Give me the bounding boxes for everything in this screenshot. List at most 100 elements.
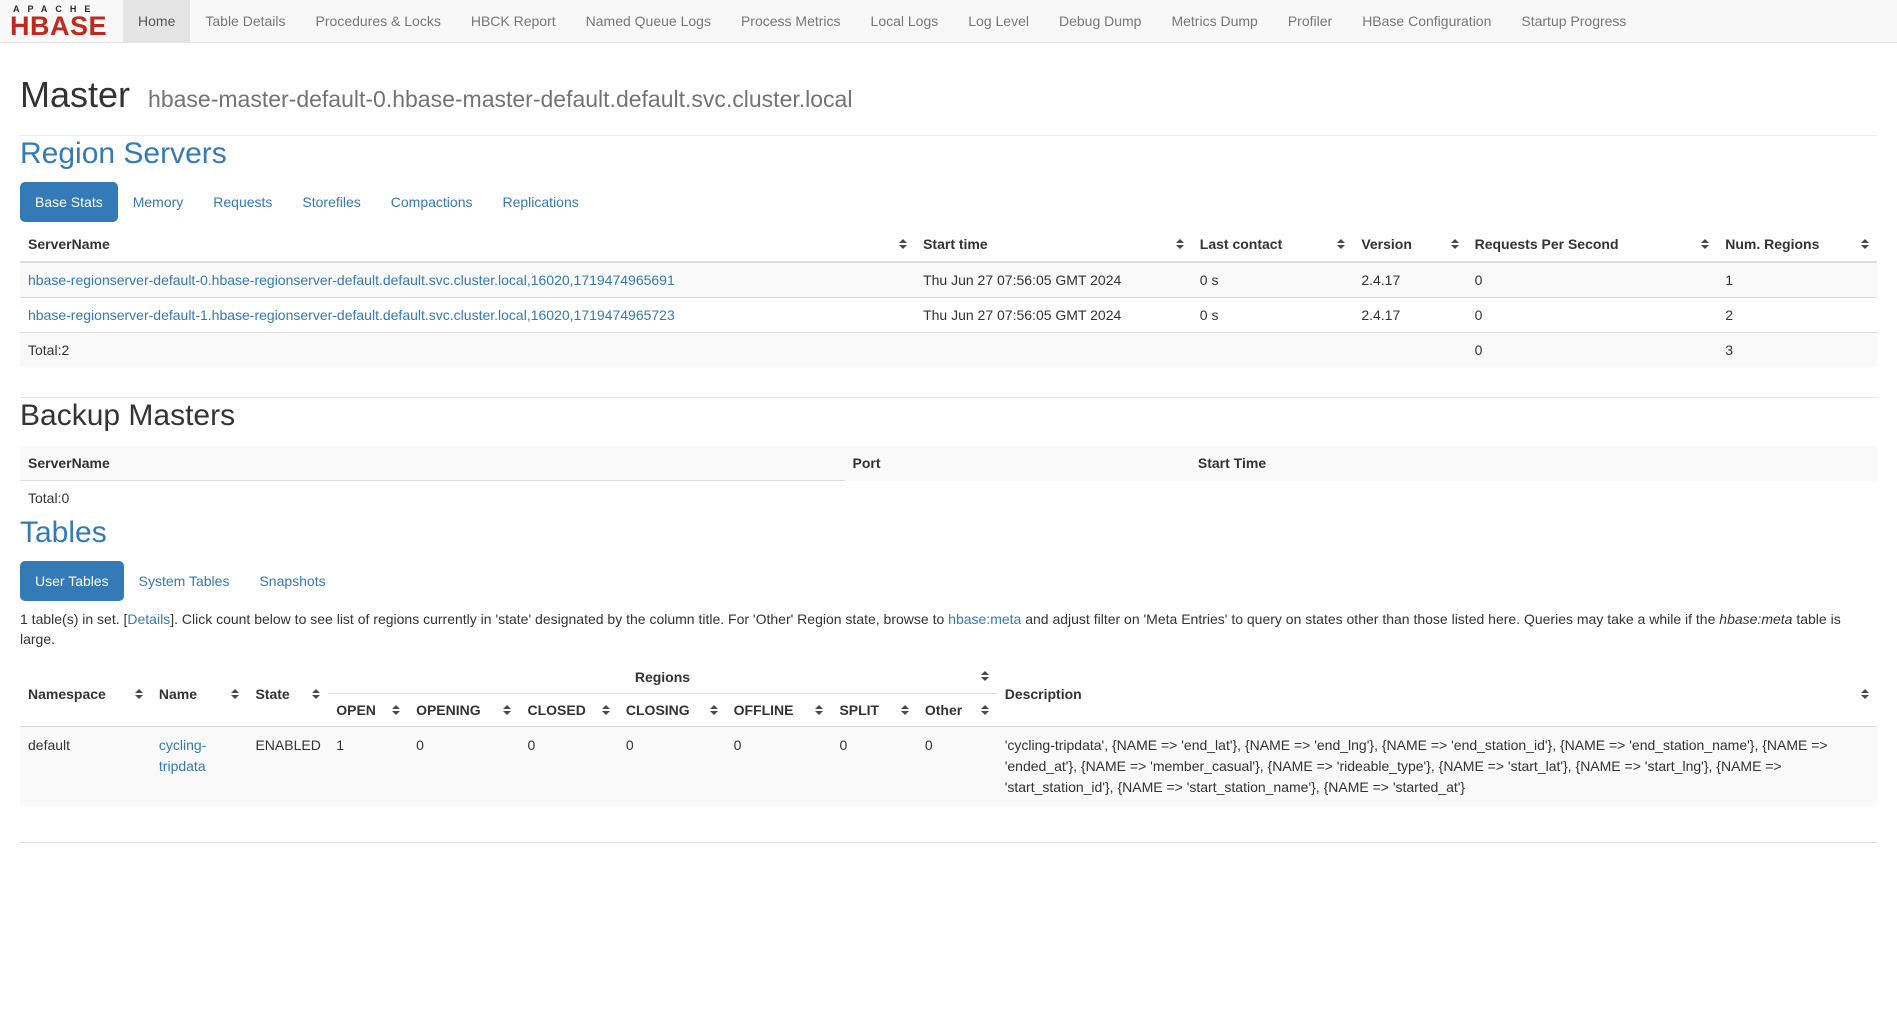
cell-start-time: Thu Jun 27 07:56:05 GMT 2024 xyxy=(915,298,1192,333)
sort-icon[interactable] xyxy=(899,239,907,249)
details-link[interactable]: Details xyxy=(127,611,170,627)
cell-last-contact: 0 s xyxy=(1192,262,1354,298)
tables-tabs: User Tables System Tables Snapshots xyxy=(20,561,1877,601)
column-header-port: Port xyxy=(845,446,1190,481)
sort-icon[interactable] xyxy=(981,705,989,715)
top-navbar: APACHE HBASE Home Table Details Procedur… xyxy=(0,0,1897,43)
nav-item-debug-dump[interactable]: Debug Dump xyxy=(1044,0,1157,42)
tab-user-tables[interactable]: User Tables xyxy=(20,561,124,601)
tab-memory[interactable]: Memory xyxy=(118,182,199,222)
nav-item-log-level[interactable]: Log Level xyxy=(953,0,1044,42)
cell-closing: 0 xyxy=(618,727,726,807)
hbase-meta-italic: hbase:meta xyxy=(1719,611,1792,627)
sort-icon[interactable] xyxy=(602,705,610,715)
cell-version: 2.4.17 xyxy=(1353,298,1466,333)
column-header-namespace[interactable]: Namespace xyxy=(20,661,151,727)
sort-icon[interactable] xyxy=(1861,689,1869,699)
column-header-opening[interactable]: OPENING xyxy=(408,694,519,727)
total-row: Total:2 0 3 xyxy=(20,333,1877,368)
sort-icon[interactable] xyxy=(1337,239,1345,249)
tab-requests[interactable]: Requests xyxy=(198,182,287,222)
cell-num-regions: 2 xyxy=(1717,298,1877,333)
region-servers-heading: Region Servers xyxy=(20,136,1877,172)
cell-total-label: Total:2 xyxy=(20,333,915,368)
table-row: hbase-regionserver-default-1.hbase-regio… xyxy=(20,298,1877,333)
cell-requests-per-second: 0 xyxy=(1467,298,1718,333)
sort-icon[interactable] xyxy=(312,689,320,699)
region-servers-tabs: Base Stats Memory Requests Storefiles Co… xyxy=(20,182,1877,222)
nav-item-home[interactable]: Home xyxy=(123,0,190,42)
sort-icon[interactable] xyxy=(1861,239,1869,249)
column-header-num-regions[interactable]: Num. Regions xyxy=(1717,227,1877,262)
column-header-closed[interactable]: CLOSED xyxy=(519,694,617,727)
column-header-closing[interactable]: CLOSING xyxy=(618,694,726,727)
column-header-last-contact[interactable]: Last contact xyxy=(1192,227,1354,262)
cell-state: ENABLED xyxy=(247,727,328,807)
hbase-meta-link[interactable]: hbase:meta xyxy=(948,611,1021,627)
tab-base-stats[interactable]: Base Stats xyxy=(20,182,118,222)
column-header-open[interactable]: OPEN xyxy=(328,694,408,727)
cell-other: 0 xyxy=(917,727,997,807)
sort-icon[interactable] xyxy=(231,689,239,699)
column-header-offline[interactable]: OFFLINE xyxy=(726,694,832,727)
cell-servername: hbase-regionserver-default-0.hbase-regio… xyxy=(20,262,915,298)
sort-icon[interactable] xyxy=(815,705,823,715)
column-header-version[interactable]: Version xyxy=(1353,227,1466,262)
table-row: default cycling-tripdata ENABLED 1 0 0 0… xyxy=(20,727,1877,807)
backup-masters-heading: Backup Masters xyxy=(20,398,1877,434)
tables-heading: Tables xyxy=(20,515,1877,551)
master-hostname: hbase-master-default-0.hbase-master-defa… xyxy=(148,86,852,112)
nav-item-metrics-dump[interactable]: Metrics Dump xyxy=(1156,0,1272,42)
regionserver-link[interactable]: hbase-regionserver-default-0.hbase-regio… xyxy=(28,272,675,288)
backup-masters-header-row: ServerName Port Start Time xyxy=(20,446,1877,481)
tab-compactions[interactable]: Compactions xyxy=(376,182,488,222)
nav-item-startup-progress[interactable]: Startup Progress xyxy=(1506,0,1641,42)
column-header-state[interactable]: State xyxy=(247,661,328,727)
nav-item-hbck-report[interactable]: HBCK Report xyxy=(456,0,571,42)
nav-item-hbase-configuration[interactable]: HBase Configuration xyxy=(1347,0,1506,42)
sort-icon[interactable] xyxy=(503,705,511,715)
cell-num-regions: 1 xyxy=(1717,262,1877,298)
cell-split: 0 xyxy=(831,727,916,807)
tab-storefiles[interactable]: Storefiles xyxy=(287,182,375,222)
nav-item-process-metrics[interactable]: Process Metrics xyxy=(726,0,856,42)
column-header-split[interactable]: SPLIT xyxy=(831,694,916,727)
sort-icon[interactable] xyxy=(981,671,989,681)
column-header-description[interactable]: Description xyxy=(997,661,1877,727)
open-count-link[interactable]: 1 xyxy=(336,737,344,753)
cell-closed: 0 xyxy=(519,727,617,807)
region-servers-header-row: ServerName Start time Last contact Versi… xyxy=(20,227,1877,262)
cell-description: 'cycling-tripdata', {NAME => 'end_lat'},… xyxy=(997,727,1877,807)
sort-icon[interactable] xyxy=(901,705,909,715)
nav-item-named-queue-logs[interactable]: Named Queue Logs xyxy=(571,0,726,42)
cell-namespace: default xyxy=(20,727,151,807)
nav-item-procedures-locks[interactable]: Procedures & Locks xyxy=(301,0,456,42)
hbase-logo[interactable]: APACHE HBASE xyxy=(0,0,123,42)
nav-item-profiler[interactable]: Profiler xyxy=(1273,0,1347,42)
sort-icon[interactable] xyxy=(710,705,718,715)
tab-replications[interactable]: Replications xyxy=(487,182,593,222)
column-header-start-time[interactable]: Start time xyxy=(915,227,1192,262)
sort-icon[interactable] xyxy=(1701,239,1709,249)
column-header-servername[interactable]: ServerName xyxy=(20,227,915,262)
cell-servername: hbase-regionserver-default-1.hbase-regio… xyxy=(20,298,915,333)
cell-offline: 0 xyxy=(726,727,832,807)
table-row: hbase-regionserver-default-0.hbase-regio… xyxy=(20,262,1877,298)
sort-icon[interactable] xyxy=(392,705,400,715)
tab-system-tables[interactable]: System Tables xyxy=(124,561,245,601)
table-name-link[interactable]: cycling-tripdata xyxy=(159,737,206,774)
nav-item-local-logs[interactable]: Local Logs xyxy=(856,0,954,42)
column-group-regions[interactable]: Regions xyxy=(328,661,996,694)
regionserver-link[interactable]: hbase-regionserver-default-1.hbase-regio… xyxy=(28,307,675,323)
nav-item-table-details[interactable]: Table Details xyxy=(190,0,300,42)
column-header-other[interactable]: Other xyxy=(917,694,997,727)
sort-icon[interactable] xyxy=(1176,239,1184,249)
cell-version: 2.4.17 xyxy=(1353,262,1466,298)
column-header-requests-per-second[interactable]: Requests Per Second xyxy=(1467,227,1718,262)
column-header-name[interactable]: Name xyxy=(151,661,248,727)
sort-icon[interactable] xyxy=(1451,239,1459,249)
sort-icon[interactable] xyxy=(135,689,143,699)
cell-last-contact: 0 s xyxy=(1192,298,1354,333)
cell-name: cycling-tripdata xyxy=(151,727,248,807)
tab-snapshots[interactable]: Snapshots xyxy=(244,561,340,601)
